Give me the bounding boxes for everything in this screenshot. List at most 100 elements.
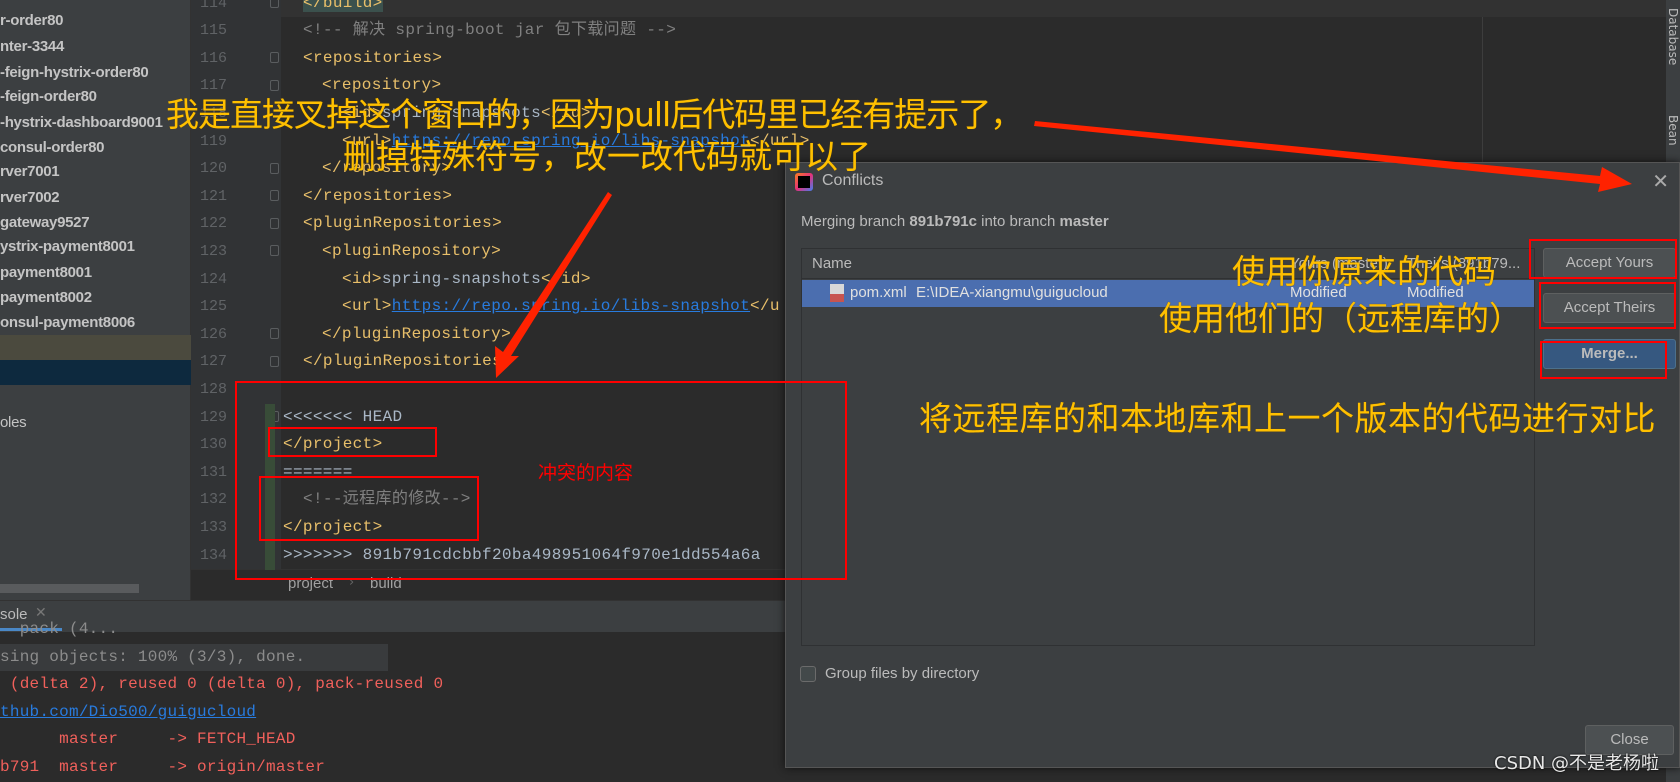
sidebar-item[interactable]: payment8002	[0, 285, 92, 310]
code-line: </repositories>	[303, 183, 452, 210]
code-token: <<<<<<< HEAD	[283, 407, 403, 426]
sidebar-item[interactable]: -feign-hystrix-order80	[0, 60, 149, 85]
code-token: >>>>>>> 891b791cdcbbf20ba498951064f970e1…	[283, 545, 761, 564]
merge-button[interactable]: Merge...	[1543, 339, 1676, 369]
line-number: 115	[200, 22, 228, 40]
code-line: </build>	[303, 0, 383, 17]
sidebar-item[interactable]: consul-order80	[0, 135, 104, 160]
watermark: CSDN @不是老杨啦	[1494, 753, 1660, 774]
sidebar-item[interactable]: ystrix-payment8001	[0, 234, 135, 259]
code-token: <repositories>	[303, 48, 443, 67]
line-number: 124	[200, 270, 228, 288]
breadcrumb-separator: ›	[349, 575, 355, 590]
line-number: 131	[200, 463, 228, 481]
column-name[interactable]: Name	[812, 255, 852, 272]
change-marker[interactable]	[265, 541, 275, 570]
code-line: </pluginRepositories>	[303, 348, 512, 375]
sidebar-item[interactable]: nter-3344	[0, 34, 64, 59]
sidebar-item[interactable]: payment8001	[0, 260, 92, 285]
console-line[interactable]: thub.com/Dio500/guigucloud	[0, 699, 256, 726]
sidebar-item[interactable]: rver7002	[0, 185, 60, 210]
code-token: </project>	[283, 517, 383, 536]
line-number: 133	[200, 518, 228, 536]
fold-icon[interactable]	[270, 162, 279, 174]
code-line: </project>	[283, 514, 383, 541]
code-token: https://repo.spring.io/libs-snapshot	[391, 297, 751, 316]
annotation-merge: 将远程库的和本地库和上一个版本的代码进行对比	[919, 399, 1656, 438]
change-marker[interactable]	[265, 431, 275, 460]
annotation-accept-yours: 使用你原来的代码	[1232, 252, 1496, 291]
code-token: <pluginRepositories>	[303, 214, 503, 233]
annotation-edit-note: 删掉特殊符号，改一改代码就可以了	[343, 137, 871, 176]
sidebar-selected-row[interactable]	[0, 335, 191, 360]
code-line: <id>spring-snapshots</id>	[342, 266, 591, 293]
fold-icon[interactable]	[270, 217, 279, 229]
line-number: 128	[200, 380, 228, 398]
breadcrumb-project[interactable]: project	[288, 575, 333, 592]
accept-theirs-button[interactable]: Accept Theirs	[1543, 293, 1676, 323]
fold-icon[interactable]	[270, 52, 279, 64]
sidebar-scrollbar[interactable]	[0, 584, 139, 593]
database-tool-button[interactable]: Database	[1666, 8, 1680, 65]
xml-file-icon	[830, 284, 844, 302]
fold-icon[interactable]	[270, 245, 279, 257]
code-token: spring-snapshots	[381, 269, 542, 288]
annotation-accept-theirs: 使用他们的（远程库的）	[1159, 299, 1522, 338]
code-line: <repositories>	[303, 45, 442, 72]
code-line: <pluginRepository>	[322, 238, 501, 265]
line-number: 114	[200, 0, 228, 12]
sidebar-item[interactable]: gateway9527	[0, 210, 90, 235]
code-token: </build>	[303, 0, 383, 12]
bean-tool-button[interactable]: Bean	[1666, 115, 1680, 146]
code-line: <pluginRepositories>	[303, 210, 502, 237]
sidebar-item[interactable]: r-order80	[0, 8, 63, 33]
sidebar-item[interactable]: rver7001	[0, 159, 60, 184]
code-token: <url>	[342, 297, 392, 316]
breadcrumb-build[interactable]: build	[370, 575, 402, 592]
fold-icon[interactable]	[270, 190, 279, 202]
code-line: <!--远程库的修改-->	[303, 486, 471, 513]
change-marker[interactable]	[265, 458, 275, 487]
code-token: </u	[750, 297, 780, 316]
change-marker[interactable]	[265, 403, 275, 432]
code-line: </project>	[283, 431, 383, 458]
merge-message: Merging branch 891b791c into branch mast…	[801, 213, 1109, 230]
current-line-highlight	[281, 0, 1666, 17]
line-number: 129	[200, 408, 228, 426]
fold-icon[interactable]	[270, 355, 279, 367]
accept-yours-button[interactable]: Accept Yours	[1543, 248, 1676, 278]
line-number: 125	[200, 298, 228, 316]
sidebar-focused-row[interactable]	[0, 360, 191, 385]
line-number: 132	[200, 491, 228, 509]
fold-icon[interactable]	[270, 0, 279, 8]
close-icon[interactable]: ✕	[1652, 169, 1669, 194]
code-token: </id>	[541, 269, 591, 288]
change-marker[interactable]	[265, 486, 275, 515]
file-name: pom.xml	[850, 284, 907, 301]
code-line: <url>https://repo.spring.io/libs-snapsho…	[342, 293, 780, 320]
console-line: (delta 2), reused 0 (delta 0), pack-reus…	[0, 675, 444, 694]
group-files-checkbox[interactable]	[800, 666, 816, 682]
console-line: pack (4...	[0, 620, 119, 638]
sidebar-item[interactable]: -hystrix-dashboard9001	[0, 110, 163, 135]
code-token: <pluginRepository>	[322, 241, 502, 260]
sidebar-item[interactable]: onsul-payment8006	[0, 310, 135, 335]
line-number: 134	[200, 546, 228, 564]
change-marker[interactable]	[265, 513, 275, 542]
annotation-conflict: 冲突的内容	[538, 462, 634, 484]
code-token: =======	[283, 462, 353, 481]
code-line: <!-- 解决 spring-boot jar 包下载问题 -->	[303, 17, 676, 44]
sidebar-item-libraries[interactable]: oles	[0, 410, 27, 435]
sidebar-item[interactable]: ons	[0, 0, 26, 5]
sidebar-item[interactable]: -feign-order80	[0, 84, 97, 109]
code-line: >>>>>>> 891b791cdcbbf20ba498951064f970e1…	[283, 542, 761, 569]
line-number: 126	[200, 325, 228, 343]
line-number: 127	[200, 353, 228, 371]
code-line: =======	[283, 459, 353, 486]
code-token: </repositories>	[303, 186, 453, 205]
line-number: 121	[200, 187, 228, 205]
fold-icon[interactable]	[270, 328, 279, 340]
group-files-label[interactable]: Group files by directory	[825, 665, 979, 682]
line-number: 122	[200, 215, 228, 233]
code-token: </pluginRepositories>	[303, 352, 512, 371]
